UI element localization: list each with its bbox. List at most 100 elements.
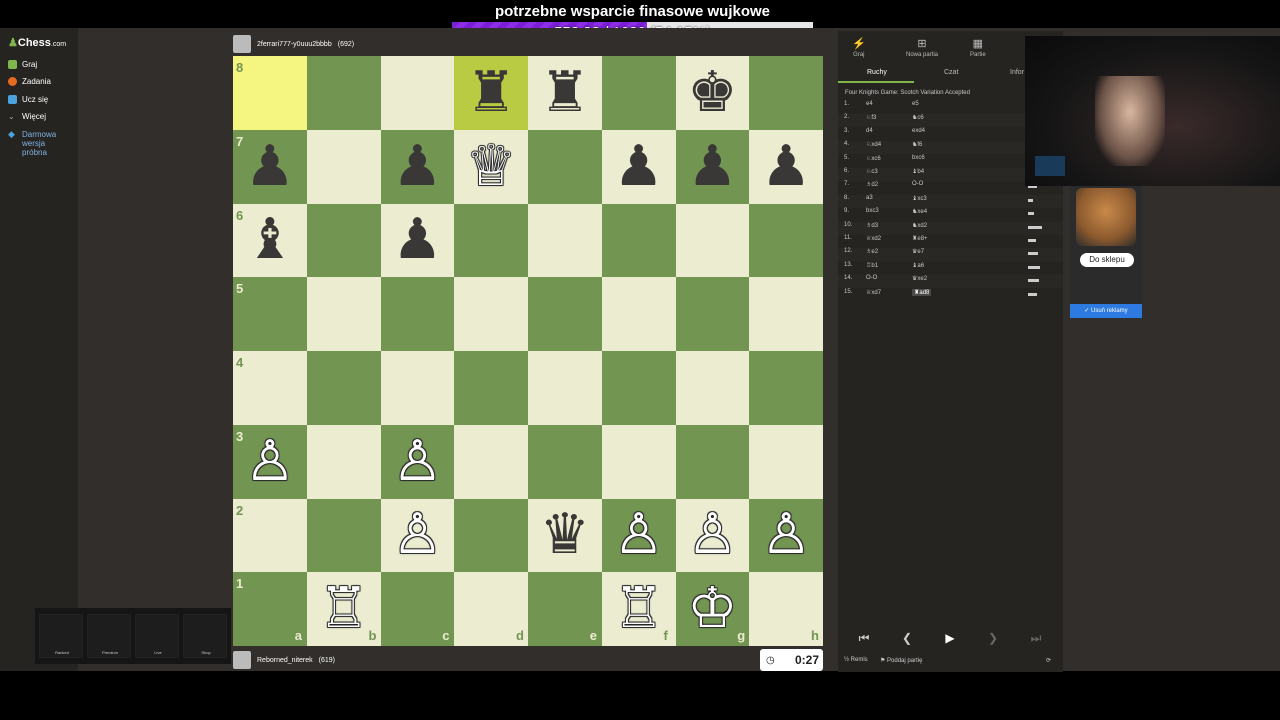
square-h8[interactable] bbox=[749, 56, 823, 130]
chess-piece-c3[interactable]: ♙ bbox=[381, 425, 455, 499]
chess-piece-d7[interactable]: ♕ bbox=[454, 130, 528, 204]
chess-piece-h7[interactable]: ♟ bbox=[749, 130, 823, 204]
square-d6[interactable] bbox=[454, 203, 528, 278]
square-g3[interactable] bbox=[675, 424, 750, 499]
avatar[interactable] bbox=[233, 35, 251, 53]
square-b7[interactable] bbox=[306, 129, 381, 204]
white-move[interactable]: ♘f3 bbox=[866, 114, 876, 121]
white-move[interactable]: ♘xc6 bbox=[866, 155, 881, 162]
square-d3[interactable] bbox=[454, 424, 528, 499]
black-move[interactable]: ♞xd2 bbox=[912, 222, 927, 229]
resign-button[interactable]: ⚑ Poddaj partię bbox=[880, 657, 922, 664]
square-f4[interactable] bbox=[601, 351, 676, 425]
square-e7[interactable] bbox=[528, 129, 602, 204]
chess-piece-g8[interactable]: ♚ bbox=[676, 56, 750, 130]
white-move[interactable]: ♘xd4 bbox=[866, 141, 881, 148]
black-move[interactable]: ♛e7 bbox=[912, 248, 924, 255]
ad-banner[interactable]: Do sklepu bbox=[1070, 186, 1142, 304]
square-h5[interactable] bbox=[749, 277, 823, 351]
square-a2[interactable] bbox=[233, 498, 307, 573]
avatar[interactable] bbox=[233, 651, 251, 669]
chess-piece-a3[interactable]: ♙ bbox=[233, 425, 307, 499]
square-e4[interactable] bbox=[528, 351, 602, 425]
square-b6[interactable] bbox=[306, 203, 381, 278]
square-c8[interactable] bbox=[380, 56, 455, 130]
square-g5[interactable] bbox=[675, 277, 750, 351]
top-player-name[interactable]: 2ferrari777-y0uuu2bbbb bbox=[257, 41, 332, 48]
tab-new-game[interactable]: ⊞ Nowa partia bbox=[906, 37, 938, 58]
white-move[interactable]: ♘c3 bbox=[866, 168, 878, 175]
square-h3[interactable] bbox=[749, 424, 823, 499]
white-move[interactable]: d4 bbox=[866, 128, 873, 134]
chess-piece-g2[interactable]: ♙ bbox=[676, 499, 750, 573]
square-g6[interactable] bbox=[675, 203, 750, 278]
chess-piece-d8[interactable]: ♜ bbox=[454, 56, 528, 130]
square-e6[interactable] bbox=[528, 203, 602, 278]
square-c4[interactable] bbox=[380, 351, 455, 425]
chess-piece-c2[interactable]: ♙ bbox=[381, 499, 455, 573]
square-d2[interactable] bbox=[454, 498, 528, 573]
chess-piece-c7[interactable]: ♟ bbox=[381, 130, 455, 204]
black-move[interactable]: ♞xe4 bbox=[912, 208, 927, 215]
sidebar-item-play[interactable]: Graj bbox=[8, 60, 37, 69]
black-move[interactable]: ♛xe2 bbox=[912, 275, 927, 282]
square-d5[interactable] bbox=[454, 277, 528, 351]
sidebar-item-learn[interactable]: Ucz się bbox=[8, 95, 48, 104]
white-move[interactable]: O-O bbox=[866, 275, 877, 281]
black-move[interactable]: ♞c6 bbox=[912, 114, 924, 121]
chess-piece-f2[interactable]: ♙ bbox=[602, 499, 676, 573]
tab-moves[interactable]: Ruchy bbox=[867, 69, 887, 76]
black-move[interactable]: exd4 bbox=[912, 128, 925, 134]
square-e3[interactable] bbox=[528, 424, 602, 499]
black-move[interactable]: ♝xc3 bbox=[912, 195, 927, 202]
square-b4[interactable] bbox=[306, 351, 381, 425]
square-h6[interactable] bbox=[749, 203, 823, 278]
chess-piece-a7[interactable]: ♟ bbox=[233, 130, 307, 204]
chess-piece-h2[interactable]: ♙ bbox=[749, 499, 823, 573]
chess-piece-b1[interactable]: ♖ bbox=[307, 572, 381, 646]
sidebar-item-puzzles[interactable]: Zadania bbox=[8, 77, 51, 86]
chess-piece-f7[interactable]: ♟ bbox=[602, 130, 676, 204]
bottom-player-name[interactable]: Reborned_niterek bbox=[257, 657, 313, 664]
square-f6[interactable] bbox=[601, 203, 676, 278]
sidebar-item-free-trial[interactable]: ◆ Darmowa wersja próbna bbox=[8, 130, 62, 158]
white-move[interactable]: ♖b1 bbox=[866, 262, 878, 269]
square-b5[interactable] bbox=[306, 277, 381, 351]
square-a4[interactable] bbox=[233, 351, 307, 425]
square-b2[interactable] bbox=[306, 498, 381, 573]
black-move[interactable]: ♞f6 bbox=[912, 141, 922, 148]
black-move[interactable]: ♜e8+ bbox=[912, 235, 928, 242]
prev-move-button[interactable]: ❮ bbox=[889, 628, 925, 648]
white-move[interactable]: ♗e2 bbox=[866, 248, 878, 255]
black-move[interactable]: ♝b4 bbox=[912, 168, 924, 175]
black-move[interactable]: ♝a6 bbox=[912, 262, 924, 269]
first-move-button[interactable]: ⏮ bbox=[846, 628, 882, 648]
black-move[interactable]: ♜ad8 bbox=[912, 288, 932, 296]
draw-button[interactable]: ½ Remis bbox=[844, 657, 868, 663]
remove-ads-button[interactable]: ✓ Usuń reklamy bbox=[1070, 304, 1142, 318]
chess-piece-c6[interactable]: ♟ bbox=[381, 204, 455, 278]
white-move[interactable]: a3 bbox=[866, 195, 873, 201]
square-a8[interactable] bbox=[233, 56, 307, 130]
square-b3[interactable] bbox=[306, 424, 381, 499]
chess-piece-g1[interactable]: ♔ bbox=[676, 572, 750, 646]
square-d4[interactable] bbox=[454, 351, 528, 425]
tab-chat[interactable]: Czat bbox=[944, 69, 958, 76]
white-move[interactable]: e4 bbox=[866, 101, 873, 107]
square-h4[interactable] bbox=[749, 351, 823, 425]
chess-piece-g7[interactable]: ♟ bbox=[676, 130, 750, 204]
black-move[interactable]: O-O bbox=[912, 181, 923, 187]
shop-button[interactable]: Do sklepu bbox=[1080, 253, 1134, 267]
square-c5[interactable] bbox=[380, 277, 455, 351]
chess-piece-f1[interactable]: ♖ bbox=[602, 572, 676, 646]
black-move[interactable]: bxc6 bbox=[912, 155, 925, 161]
chess-board[interactable]: 8 7 6 5 4 3 2 1 a b c d e f g h ♜ ♜ ♚ ♟ ♟ ♕ ♟ ♟ ♟ ♝ ♟ ♙ ♙ ♙ ♛ ♙ ♙ ♙ ♖ ♖ ♔ bbox=[233, 56, 823, 646]
tab-info[interactable]: Infor bbox=[1010, 69, 1024, 76]
square-f8[interactable] bbox=[601, 56, 676, 130]
play-button[interactable]: ▶ bbox=[932, 628, 968, 648]
square-f3[interactable] bbox=[601, 424, 676, 499]
white-move[interactable]: ♗d3 bbox=[866, 222, 878, 229]
white-move[interactable]: ♕xd2 bbox=[866, 235, 881, 242]
white-move[interactable]: ♕xd7 bbox=[866, 289, 881, 296]
square-a5[interactable] bbox=[233, 277, 307, 351]
